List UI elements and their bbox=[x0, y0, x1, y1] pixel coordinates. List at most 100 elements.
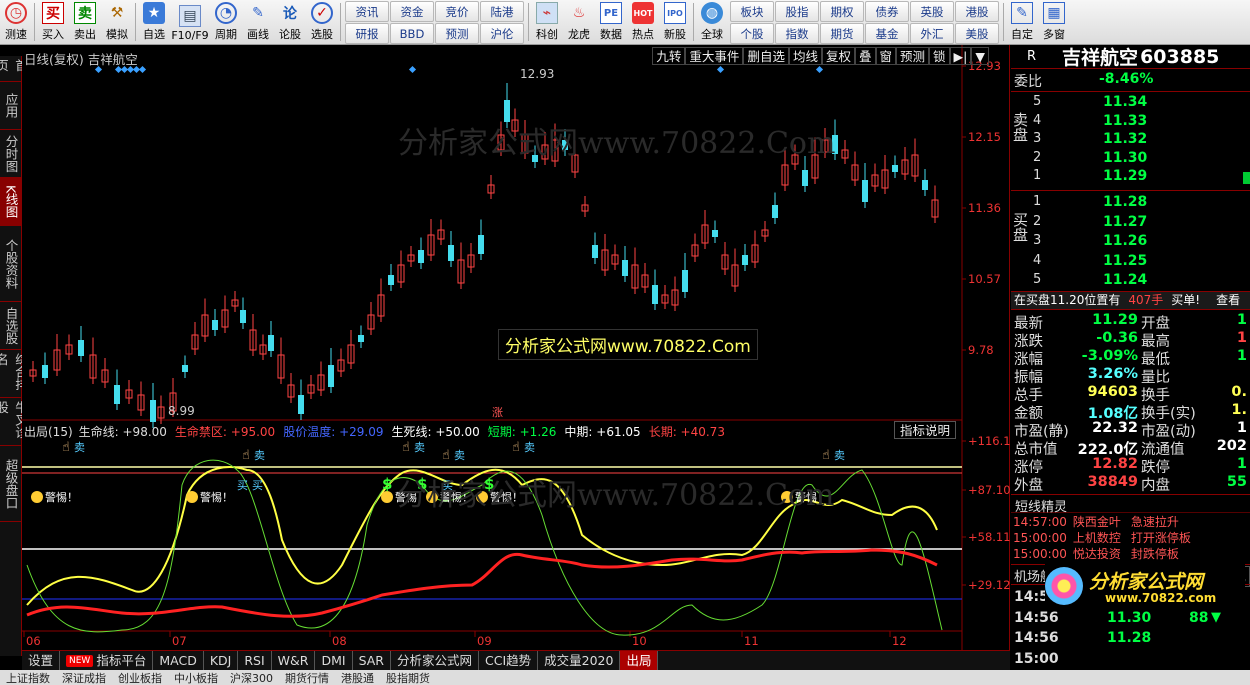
site-banner[interactable]: 分析家公式网www.70822.Com bbox=[498, 329, 758, 360]
chart-tool-button[interactable]: 锁 bbox=[929, 47, 950, 65]
f10-button[interactable]: ▤ F10/F9 bbox=[170, 0, 210, 44]
bid-price[interactable]: 11.25 bbox=[1103, 253, 1147, 269]
toolbar-grid-button[interactable]: 竞价 bbox=[435, 1, 479, 22]
toolbar-grid-button[interactable]: 债券 bbox=[865, 1, 909, 22]
left-tab-0[interactable]: 首页 bbox=[0, 56, 28, 82]
toolbar-grid-button[interactable]: 基金 bbox=[865, 23, 909, 44]
multiwindow-button[interactable]: ▦ 多窗 bbox=[1038, 0, 1070, 44]
chart-tool-button[interactable]: ▶| bbox=[949, 47, 972, 65]
hammer-button[interactable]: ⚒ 模拟 bbox=[101, 0, 133, 44]
indicator-help-button[interactable]: 指标说明 bbox=[894, 421, 957, 439]
chart-tool-button[interactable]: 窗 bbox=[875, 47, 897, 65]
left-tab-3[interactable]: K线图 bbox=[0, 178, 22, 226]
toolbar-grid-button[interactable]: 英股 bbox=[910, 1, 954, 22]
status-item[interactable]: 深证成指 bbox=[62, 670, 106, 685]
indicator-tab[interactable]: SAR bbox=[353, 651, 391, 670]
indicator-tab[interactable]: 成交量2020 bbox=[538, 651, 621, 670]
forum-button[interactable]: 论论股 bbox=[274, 0, 306, 44]
bid-price[interactable]: 11.26 bbox=[1103, 233, 1147, 249]
toolbar-grid-button[interactable]: 个股 bbox=[730, 23, 774, 44]
toolbar-grid-button[interactable]: 股指 bbox=[775, 1, 819, 22]
status-item[interactable]: 沪深300 bbox=[230, 670, 273, 685]
ask-price[interactable]: 11.29 bbox=[1103, 168, 1147, 184]
ask-price[interactable]: 11.30 bbox=[1103, 150, 1147, 166]
star-button[interactable]: ★ 自选 bbox=[138, 0, 170, 44]
chart-tool-button[interactable]: 复权 bbox=[821, 47, 855, 65]
toolbar-grid-button[interactable]: 板块 bbox=[730, 1, 774, 22]
left-tab-5[interactable]: 自选股 bbox=[0, 302, 22, 350]
dragon-button[interactable]: ♨ 龙虎 bbox=[563, 0, 595, 44]
toolbar-grid-button[interactable]: 资讯 bbox=[345, 1, 389, 22]
chart-tool-button[interactable]: 重大事件 bbox=[685, 47, 744, 65]
bid-price[interactable]: 11.28 bbox=[1103, 194, 1147, 210]
kline-chart-area[interactable]: 12.93 12.15 11.36 10.57 9.78 +116.1 +87.10 +58.… bbox=[22, 45, 1010, 650]
status-item[interactable]: 港股通 bbox=[341, 670, 374, 685]
status-item[interactable]: 期货行情 bbox=[285, 670, 329, 685]
toolbar-grid-button[interactable]: 外汇 bbox=[910, 23, 954, 44]
sprite-row[interactable]: 15:00:00 悦达投资 封跌停板 bbox=[1011, 545, 1250, 561]
indicator-tab[interactable]: MACD bbox=[153, 651, 204, 670]
indicator-tab[interactable]: CCI趋势 bbox=[479, 651, 539, 670]
ipo-button[interactable]: IPO 新股 bbox=[659, 0, 691, 44]
toolbar-grid-button[interactable]: 指数 bbox=[775, 23, 819, 44]
indicator-tab[interactable]: 出局 bbox=[620, 651, 659, 670]
chart-tool-button[interactable]: 均线 bbox=[788, 47, 822, 65]
chart-tool-button[interactable]: ▼ bbox=[971, 47, 989, 65]
pe-button[interactable]: PE 数据 bbox=[595, 0, 627, 44]
status-item[interactable]: 上证指数 bbox=[6, 670, 50, 685]
toolbar-grid-button[interactable]: 港股 bbox=[955, 1, 999, 22]
ask-price[interactable]: 11.33 bbox=[1103, 113, 1147, 129]
clock-button[interactable]: ◷ 测速 bbox=[0, 0, 32, 44]
left-tab-1[interactable]: 应用 bbox=[0, 82, 22, 130]
sell-button[interactable]: 卖卖出 bbox=[69, 0, 101, 44]
toolbar-grid-button[interactable]: 期货 bbox=[820, 23, 864, 44]
status-item[interactable]: 创业板指 bbox=[118, 670, 162, 685]
left-tab-2[interactable]: 分时图 bbox=[0, 130, 22, 178]
chart-tool-button[interactable]: 九转 bbox=[652, 47, 686, 65]
ask-price[interactable]: 11.32 bbox=[1103, 131, 1147, 147]
status-item[interactable]: 中小板指 bbox=[174, 670, 218, 685]
buy-button[interactable]: 买买入 bbox=[37, 0, 69, 44]
magnifier-button[interactable]: ✓ 选股 bbox=[306, 0, 338, 44]
indicator-tab[interactable]: DMI bbox=[315, 651, 353, 670]
kechuang-button[interactable]: ⌁ 科创 bbox=[531, 0, 563, 44]
globe-button[interactable]: ◍ 全球 bbox=[696, 0, 728, 44]
indicator-tab[interactable]: 设置 bbox=[22, 651, 61, 670]
indicator-tab[interactable]: KDJ bbox=[204, 651, 239, 670]
status-item[interactable]: 股指期货 bbox=[386, 670, 430, 685]
left-tab-8[interactable]: 超级盘口 bbox=[0, 446, 22, 522]
hot-button[interactable]: HOT 热点 bbox=[627, 0, 659, 44]
indicator-tab[interactable]: 分析家公式网 bbox=[391, 651, 479, 670]
event-marker-icon[interactable] bbox=[716, 65, 725, 74]
custom-button[interactable]: ✎ 自定 bbox=[1006, 0, 1038, 44]
pen-button[interactable]: ✎ 画线 bbox=[242, 0, 274, 44]
toolbar-grid-button[interactable]: 研报 bbox=[345, 23, 389, 44]
bid-price[interactable]: 11.24 bbox=[1103, 272, 1147, 288]
chart-tool-button[interactable]: 叠 bbox=[854, 47, 876, 65]
sprite-row[interactable]: 15:00:00 上机数控 打开涨停板 bbox=[1011, 529, 1250, 545]
indicator-tab[interactable]: W&R bbox=[272, 651, 316, 670]
toolbar-grid-button[interactable]: 预测 bbox=[435, 23, 479, 44]
indicator-tab[interactable]: NEW 指标平台 bbox=[60, 651, 154, 670]
toolbar-grid-button[interactable]: 美股 bbox=[955, 23, 999, 44]
bid-price[interactable]: 11.27 bbox=[1103, 214, 1147, 230]
toolbar-grid-button[interactable]: 沪伦 bbox=[480, 23, 524, 44]
event-marker-icon[interactable] bbox=[138, 65, 147, 74]
left-tab-4[interactable]: 个股资料 bbox=[0, 226, 22, 302]
toolbar-grid-button[interactable]: 资金 bbox=[390, 1, 434, 22]
left-tab-7[interactable]: 牛叉诊股 bbox=[0, 398, 28, 446]
indicator-tab[interactable]: RSI bbox=[238, 651, 272, 670]
chart-tool-button[interactable]: 删自选 bbox=[743, 47, 789, 65]
notice-view-link[interactable]: 查看 bbox=[1216, 293, 1240, 307]
toolbar-grid-button[interactable]: 陆港 bbox=[480, 1, 524, 22]
period-button[interactable]: ◔ 周期 bbox=[210, 0, 242, 44]
toolbar-grid-button[interactable]: BBD bbox=[390, 23, 434, 44]
event-marker-icon[interactable] bbox=[408, 65, 417, 74]
sprite-row[interactable]: 14:57:00 陕西金叶 急速拉升 bbox=[1011, 513, 1250, 529]
chart-tool-button[interactable]: 预测 bbox=[896, 47, 930, 65]
ask-price[interactable]: 11.34 bbox=[1103, 94, 1147, 110]
event-marker-icon[interactable] bbox=[815, 65, 824, 74]
toolbar-grid-button[interactable]: 期权 bbox=[820, 1, 864, 22]
left-tab-6[interactable]: 综合排名 bbox=[0, 350, 28, 398]
order-notice[interactable]: 在买盘11.20位置有 407手 买单! 查看 bbox=[1011, 291, 1250, 309]
